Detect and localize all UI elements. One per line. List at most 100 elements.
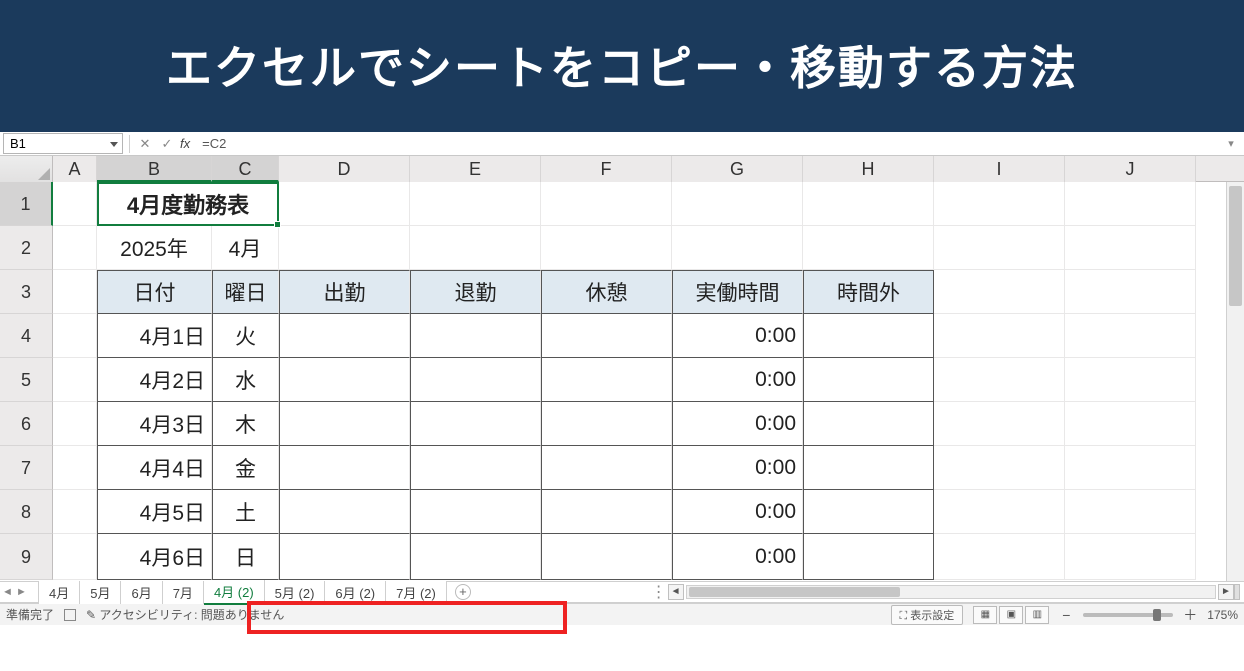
col-header-C[interactable]: C [212,156,279,182]
expand-formula-bar-icon[interactable]: ▾ [1222,137,1240,150]
cell-J3[interactable] [1065,270,1196,314]
col-header-I[interactable]: I [934,156,1065,182]
cell-J4[interactable] [1065,314,1196,358]
cell-A5[interactable] [53,358,97,402]
accessibility-status[interactable]: ✎ アクセシビリティ: 問題ありません [86,606,284,623]
hscroll-thumb[interactable] [689,587,900,597]
col-header-B[interactable]: B [97,156,212,182]
cell-D6[interactable] [279,402,410,446]
cell-E3[interactable]: 退勤 [410,270,541,314]
cell-I9[interactable] [934,534,1065,580]
row-header-5[interactable]: 5 [0,358,53,402]
row-header-6[interactable]: 6 [0,402,53,446]
cell-A2[interactable] [53,226,97,270]
cell-F7[interactable] [541,446,672,490]
cell-F1[interactable] [541,182,672,226]
cell-B2[interactable]: 2025年 [97,226,212,270]
horizontal-scrollbar[interactable]: ◄ ► [668,584,1240,600]
cell-D5[interactable] [279,358,410,402]
cell-F8[interactable] [541,490,672,534]
cell-J1[interactable] [1065,182,1196,226]
cell-J8[interactable] [1065,490,1196,534]
col-header-G[interactable]: G [672,156,803,182]
col-header-J[interactable]: J [1065,156,1196,182]
cell-J6[interactable] [1065,402,1196,446]
cell-H8[interactable] [803,490,934,534]
cell-A7[interactable] [53,446,97,490]
confirm-formula-button[interactable]: ✓ [156,134,178,154]
select-all-corner[interactable] [0,156,53,182]
cell-C3[interactable]: 曜日 [212,270,279,314]
col-header-F[interactable]: F [541,156,672,182]
cell-G6[interactable]: 0:00 [672,402,803,446]
cell-E7[interactable] [410,446,541,490]
cell-B1-C1-merged[interactable]: 4月度勤務表 [97,182,279,226]
view-pagebreak-button[interactable]: ▥ [1025,606,1049,624]
cell-B9[interactable]: 4月6日 [97,534,212,580]
cell-D7[interactable] [279,446,410,490]
row-header-8[interactable]: 8 [0,490,53,534]
sheet-tab[interactable]: 4月 [38,581,80,604]
cell-I7[interactable] [934,446,1065,490]
cell-D8[interactable] [279,490,410,534]
cell-C2[interactable]: 4月 [212,226,279,270]
cell-H3[interactable]: 時間外 [803,270,934,314]
zoom-slider[interactable] [1083,613,1173,617]
new-sheet-button[interactable]: + [455,584,471,600]
cell-E5[interactable] [410,358,541,402]
cell-B6[interactable]: 4月3日 [97,402,212,446]
name-box[interactable]: B1 [3,133,123,154]
cell-F3[interactable]: 休憩 [541,270,672,314]
cell-A4[interactable] [53,314,97,358]
cell-H1[interactable] [803,182,934,226]
cell-E6[interactable] [410,402,541,446]
cell-B5[interactable]: 4月2日 [97,358,212,402]
sheet-tab[interactable]: 7月 [163,581,204,604]
fx-icon[interactable]: fx [180,136,190,151]
display-settings-button[interactable]: ⛶ 表示設定 [891,605,964,625]
cell-H6[interactable] [803,402,934,446]
cell-D1[interactable] [279,182,410,226]
cell-G9[interactable]: 0:00 [672,534,803,580]
cell-B7[interactable]: 4月4日 [97,446,212,490]
cell-G2[interactable] [672,226,803,270]
formula-input[interactable] [196,134,1222,154]
cell-G1[interactable] [672,182,803,226]
cell-F4[interactable] [541,314,672,358]
col-header-A[interactable]: A [53,156,97,182]
hscroll-left-button[interactable]: ◄ [668,584,684,600]
vertical-scrollbar-thumb[interactable] [1229,186,1242,306]
cell-D9[interactable] [279,534,410,580]
hscroll-right-button[interactable]: ► [1218,584,1234,600]
tab-nav-next-icon[interactable]: ► [14,586,28,598]
sheet-tab[interactable]: 6月 [121,581,162,604]
cell-I8[interactable] [934,490,1065,534]
cell-E2[interactable] [410,226,541,270]
cell-J2[interactable] [1065,226,1196,270]
cell-I5[interactable] [934,358,1065,402]
cell-D2[interactable] [279,226,410,270]
cell-F5[interactable] [541,358,672,402]
sheet-tab[interactable]: 5月 [80,581,121,604]
tab-nav-prev-icon[interactable]: ◄ [0,586,14,598]
cancel-formula-button[interactable]: ✕ [134,134,156,154]
cell-E1[interactable] [410,182,541,226]
row-header-3[interactable]: 3 [0,270,53,314]
cell-B8[interactable]: 4月5日 [97,490,212,534]
row-header-9[interactable]: 9 [0,534,53,580]
view-normal-button[interactable]: ▦ [973,606,997,624]
cell-C7[interactable]: 金 [212,446,279,490]
view-pagelayout-button[interactable]: ▣ [999,606,1023,624]
macro-record-icon[interactable] [64,609,76,621]
cell-B3[interactable]: 日付 [97,270,212,314]
cell-H9[interactable] [803,534,934,580]
cell-E8[interactable] [410,490,541,534]
zoom-level[interactable]: 175% [1207,608,1238,622]
sheet-tab-active[interactable]: 4月 (2) [204,580,265,605]
col-header-D[interactable]: D [279,156,410,182]
sheet-tab[interactable]: 6月 (2) [325,581,386,604]
cell-H7[interactable] [803,446,934,490]
cell-G7[interactable]: 0:00 [672,446,803,490]
cell-F9[interactable] [541,534,672,580]
col-header-E[interactable]: E [410,156,541,182]
